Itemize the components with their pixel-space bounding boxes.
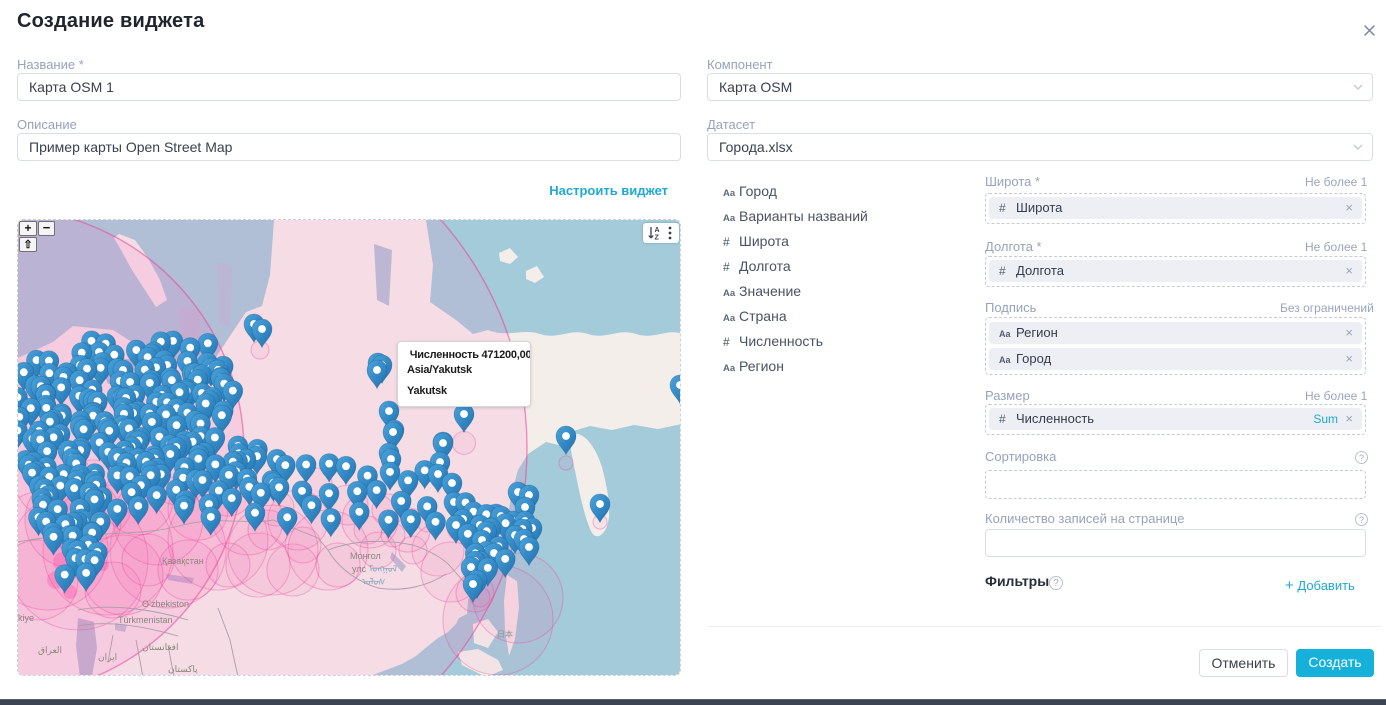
svg-text:العراق: العراق [38,645,62,656]
svg-text:Z: Z [655,235,660,242]
svg-text:A: A [655,227,660,234]
svg-text:ايران: ايران [98,652,117,663]
svg-text:ᠤᠯᠤᠰ: ᠤᠯᠤᠰ [362,577,385,587]
svg-text:O’zbekiston: O’zbekiston [142,599,189,609]
svg-text:پاکستان: پاکستان [168,664,198,675]
svg-text:Türkmenistan: Türkmenistan [118,615,173,625]
svg-text:kiye: kiye [18,613,34,623]
svg-text:افغانستان: افغانستان [142,642,179,652]
svg-text:Қазақстан: Қазақстан [162,556,204,566]
svg-text:Монгол: Монгол [350,551,381,561]
svg-text:日本: 日本 [497,629,513,639]
svg-text:улс ᠮᠣᠩᠭᠣᠯ: улс ᠮᠣᠩᠭᠣᠯ [352,564,398,574]
